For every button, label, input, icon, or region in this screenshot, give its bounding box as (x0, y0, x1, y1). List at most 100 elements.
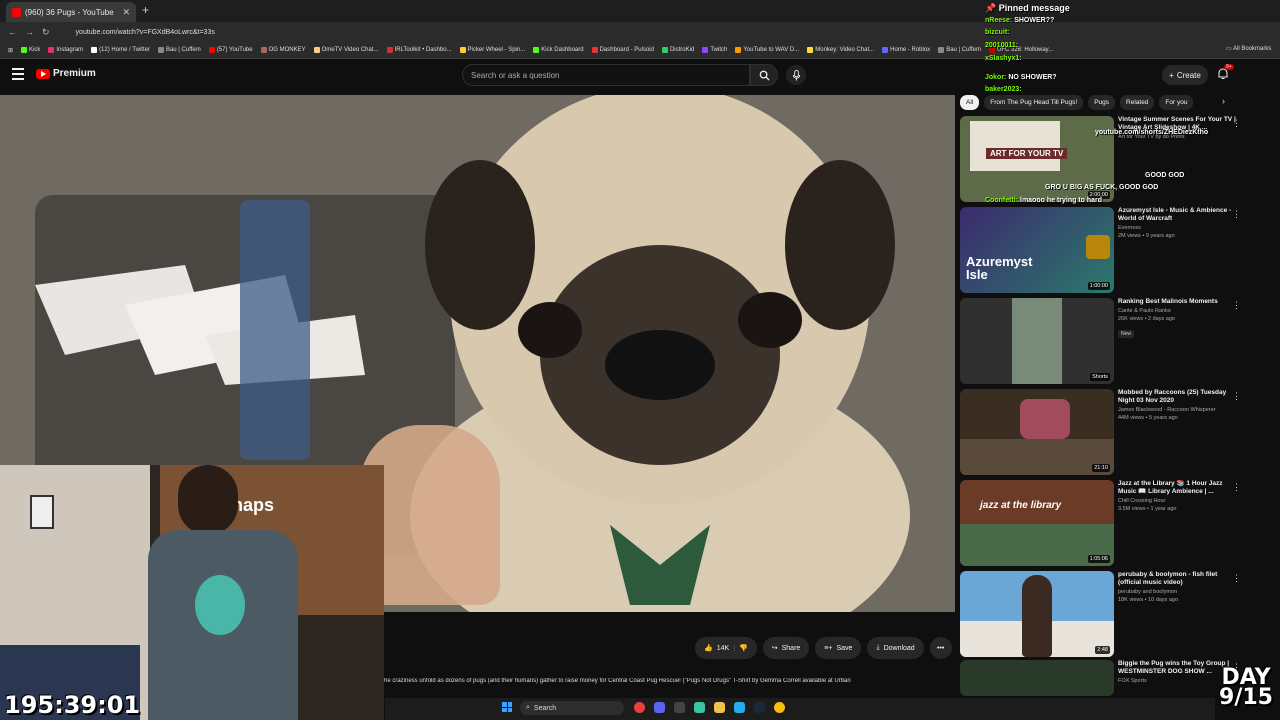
recommendation-item[interactable]: 2:48 perubaby & boolymon - fish filet (o… (960, 571, 1260, 659)
notifications-button[interactable]: 9+ (1216, 64, 1234, 83)
chrome-canary-icon[interactable] (774, 702, 785, 713)
new-tab-icon[interactable]: + (142, 3, 149, 17)
recommendation-item[interactable]: jazz at the library 1:05:06 Jazz at the … (960, 480, 1260, 568)
video-thumbnail[interactable]: 21:10 (960, 389, 1114, 475)
video-thumbnail[interactable]: jazz at the library 1:05:06 (960, 480, 1114, 566)
bookmark[interactable]: Kick (21, 47, 40, 53)
windows-start-icon[interactable] (502, 702, 512, 712)
app-icon[interactable] (694, 702, 705, 713)
recommendation-item[interactable]: Azuremyst Isle 1:00:00 Azuremyst Isle - … (960, 207, 1260, 295)
thumbs-up-icon: 👍 (704, 645, 713, 652)
warcraft-logo-icon (1086, 235, 1110, 259)
youtube-play-icon (36, 68, 50, 79)
channel-name[interactable]: James Blackwood - Raccoon Whisperer (1118, 407, 1236, 413)
video-thumbnail[interactable]: Azuremyst Isle 1:00:00 (960, 207, 1114, 293)
video-title[interactable]: perubaby & boolymon - fish filet (offici… (1118, 571, 1236, 587)
bookmark[interactable]: (57) YouTube (208, 47, 253, 53)
download-button[interactable]: ⤓ Download (867, 637, 924, 659)
reload-icon[interactable]: ↻ (42, 27, 50, 38)
bookmark[interactable]: Kick Dashboard (533, 47, 584, 53)
video-thumbnail[interactable]: 2:48 (960, 571, 1114, 657)
video-title[interactable]: Jazz at the Library 📚 1 Hour Jazz Music … (1118, 480, 1236, 496)
search-button[interactable] (750, 64, 778, 86)
microphone-icon (792, 69, 800, 81)
more-options-icon[interactable]: ⋮ (1232, 209, 1241, 220)
chat-message: Coonfetti: lmaooo he trying to hard (985, 197, 1103, 205)
bookmark[interactable]: Instagram (48, 47, 83, 53)
chrome-icon[interactable] (634, 702, 645, 713)
youtube-favicon-icon (12, 7, 21, 17)
telegram-icon[interactable] (734, 702, 745, 713)
channel-name[interactable]: Everness (1118, 225, 1236, 231)
video-meta: 18K views • 10 days ago (1118, 597, 1179, 603)
bookmark[interactable]: Dashboard - Pulsoid (591, 47, 654, 53)
chat-message: 20010011: (985, 42, 1019, 50)
more-options-icon[interactable]: ⋮ (1232, 118, 1241, 129)
obs-icon[interactable] (674, 702, 685, 713)
file-explorer-icon[interactable] (714, 702, 725, 713)
video-thumbnail[interactable]: Shorts (960, 298, 1114, 384)
bookmark[interactable]: Home - Roblox (882, 47, 930, 53)
video-title[interactable]: Mobbed by Raccoons (25) Tuesday Night 03… (1118, 389, 1236, 405)
back-icon[interactable]: ← (8, 27, 17, 37)
folder-icon: ▭ (1226, 46, 1232, 52)
day-counter: DAY 9/15 (1219, 665, 1273, 710)
cam-sign: naps (232, 495, 275, 515)
taskbar-search[interactable]: ⌕ Search (520, 701, 624, 715)
pinned-message: 📌 Pinned message (985, 3, 1070, 13)
search-icon: ⌕ (526, 704, 530, 711)
video-thumbnail[interactable] (960, 660, 1114, 696)
bookmark[interactable]: OmeTV Video Chat... (313, 47, 379, 53)
bookmark[interactable]: Picker Wheel - Spin... (459, 47, 525, 53)
more-options-icon[interactable]: ⋮ (1232, 391, 1241, 402)
channel-name[interactable]: perubaby and boolymon (1118, 589, 1236, 595)
bookmark[interactable]: Twitch (702, 47, 727, 53)
steam-icon[interactable] (754, 702, 765, 713)
video-meta: 3.5M views • 1 year ago (1118, 506, 1177, 512)
bookmark[interactable]: YouTube to WAV D... (735, 47, 799, 53)
search-input[interactable]: Search or ask a question (462, 64, 750, 86)
forward-icon[interactable]: → (25, 27, 34, 37)
chat-message: nReese: SHOWER?? (985, 16, 1055, 24)
chip-all[interactable]: All (960, 95, 980, 110)
video-description[interactable]: he craziness unfold as dozens of pugs (a… (384, 678, 944, 684)
browser-tab[interactable]: (960) 36 Pugs - YouTube ✕ (6, 2, 136, 22)
recommendation-item[interactable]: Shorts Ranking Best Malinois Moments Can… (960, 298, 1260, 386)
bookmark[interactable]: IRLToolkit • Dashbo... (386, 47, 452, 53)
more-options-icon[interactable]: ⋮ (1232, 573, 1241, 584)
channel-name[interactable]: Chill Crossing Hour (1118, 498, 1236, 504)
more-options-icon[interactable]: ⋮ (1232, 482, 1241, 493)
youtube-logo[interactable]: Premium (36, 68, 96, 79)
save-button[interactable]: ≡+ Save (815, 637, 862, 659)
search-icon (759, 70, 770, 81)
url-field[interactable]: youtube.com/watch?v=FGXdB4oLwrc&t=33s (76, 29, 215, 36)
share-button[interactable]: ↪ Share (762, 637, 810, 659)
apps-icon[interactable]: ⊞ (8, 47, 13, 54)
bookmark[interactable]: Bau | Cuffem (938, 47, 981, 53)
video-title[interactable]: Azuremyst Isle - Music & Ambience - Worl… (1118, 207, 1236, 223)
all-bookmarks[interactable]: ▭ All Bookmarks (1222, 45, 1272, 52)
discord-icon[interactable] (654, 702, 665, 713)
bookmark[interactable]: Bau | Cuffem (157, 47, 201, 53)
channel-name[interactable]: Cante & Paulo Ranks (1118, 308, 1236, 314)
stream-chat-overlay: 📌 Pinned message nReese: SHOWER?? bizcui… (985, 2, 1208, 208)
like-button[interactable]: 👍 14K | 👎 (695, 637, 757, 659)
bookmark[interactable]: DistroKid (661, 47, 694, 53)
recommendation-item[interactable]: 21:10 Mobbed by Raccoons (25) Tuesday Ni… (960, 389, 1260, 477)
bookmark[interactable]: (12) Home / Twitter (91, 47, 150, 53)
voice-search-button[interactable] (786, 65, 806, 85)
close-tab-icon[interactable]: ✕ (122, 7, 130, 18)
video-title[interactable]: Ranking Best Malinois Moments (1118, 298, 1236, 306)
bookmark[interactable]: Monkey: Video Chat... (807, 47, 874, 53)
premium-label: Premium (53, 68, 96, 79)
save-icon: ≡+ (824, 644, 833, 652)
webcam-overlay: naps (0, 465, 384, 720)
tab-title: (960) 36 Pugs - YouTube (25, 7, 114, 17)
thumbs-down-icon[interactable]: 👎 (739, 644, 748, 652)
bookmark[interactable]: OG MONKEY (260, 47, 306, 53)
more-options-icon[interactable]: ⋮ (1232, 300, 1241, 311)
hamburger-menu-icon[interactable] (12, 68, 24, 80)
more-actions-button[interactable]: ••• (929, 637, 952, 659)
taskbar-apps (634, 702, 785, 713)
chevron-right-icon[interactable]: › (1222, 96, 1225, 106)
